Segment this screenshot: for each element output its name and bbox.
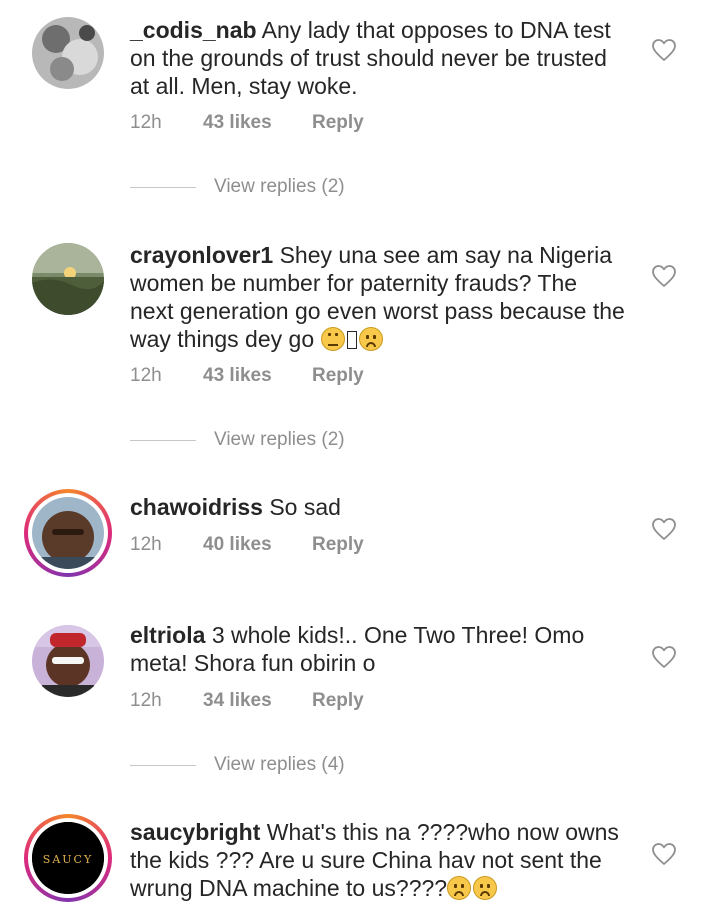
timestamp: 12h (130, 690, 162, 711)
comment-text: _codis_nab Any lady that opposes to DNA … (130, 16, 625, 100)
heart-outline-icon[interactable] (651, 842, 677, 866)
avatar[interactable] (32, 17, 104, 89)
likes-count[interactable]: 34 likes (203, 690, 312, 712)
avatar: SAUCY (32, 822, 104, 894)
comment-text: crayonlover1 Shey una see am say na Nige… (130, 241, 625, 353)
username[interactable]: chawoidriss (130, 494, 263, 520)
comment-meta: 12h 34 likes Reply (130, 689, 364, 713)
heart-outline-icon[interactable] (651, 264, 677, 288)
reply-button[interactable]: Reply (312, 690, 364, 712)
story-ring[interactable] (24, 489, 112, 577)
view-replies-button[interactable]: View replies (4) (130, 753, 345, 777)
missing-glyph-icon (346, 331, 357, 349)
frowning-face-icon (473, 876, 498, 900)
divider-line (130, 764, 196, 766)
comment-text: saucybright What's this na ????who now o… (130, 818, 625, 902)
heart-outline-icon[interactable] (651, 38, 677, 62)
username[interactable]: _codis_nab (130, 17, 257, 43)
divider-line (130, 186, 196, 188)
reply-button[interactable]: Reply (312, 534, 364, 556)
username[interactable]: crayonlover1 (130, 242, 273, 268)
timestamp: 12h (130, 534, 162, 555)
avatar[interactable] (32, 243, 104, 315)
timestamp: 12h (130, 112, 162, 133)
view-replies-label: View replies (2) (214, 429, 345, 450)
frowning-face-icon (447, 876, 472, 900)
comment-meta: 12h 43 likes Reply (130, 364, 364, 388)
comment-meta: 12h 40 likes Reply (130, 533, 364, 557)
view-replies-button[interactable]: View replies (2) (130, 175, 345, 199)
likes-count[interactable]: 40 likes (203, 534, 312, 556)
reply-button[interactable]: Reply (312, 112, 364, 134)
reply-button[interactable]: Reply (312, 365, 364, 387)
comment-meta: 12h 43 likes Reply (130, 111, 364, 135)
comment-text: eltriola 3 whole kids!.. One Two Three! … (130, 621, 625, 677)
heart-outline-icon[interactable] (651, 517, 677, 541)
username[interactable]: saucybright (130, 819, 260, 845)
face-with-rolling-eyes-icon (320, 327, 345, 351)
story-ring[interactable]: SAUCY (24, 814, 112, 902)
view-replies-button[interactable]: View replies (2) (130, 428, 345, 452)
comment-text: chawoidriss So sad (130, 493, 625, 521)
avatar[interactable] (32, 625, 104, 697)
divider-line (130, 439, 196, 441)
timestamp: 12h (130, 365, 162, 386)
avatar (32, 497, 104, 569)
view-replies-label: View replies (4) (214, 754, 345, 775)
likes-count[interactable]: 43 likes (203, 365, 312, 387)
likes-count[interactable]: 43 likes (203, 112, 312, 134)
heart-outline-icon[interactable] (651, 645, 677, 669)
username[interactable]: eltriola (130, 622, 205, 648)
frowning-face-icon (358, 327, 383, 351)
avatar-logo-text: SAUCY (43, 853, 93, 866)
comment-body: So sad (269, 494, 341, 520)
view-replies-label: View replies (2) (214, 176, 345, 197)
